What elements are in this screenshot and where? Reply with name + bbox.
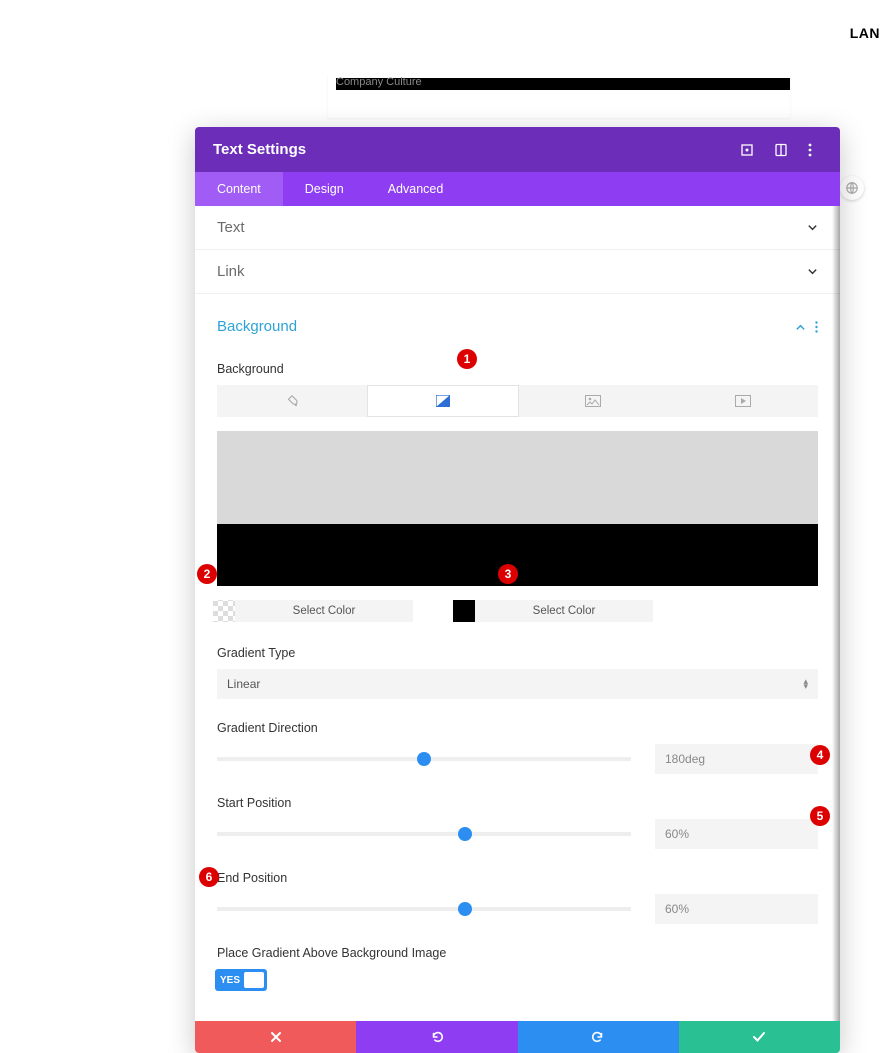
section-background[interactable]: Background: [195, 294, 840, 348]
color-swatch-2[interactable]: [453, 600, 475, 622]
background-label: Background: [217, 362, 818, 376]
bgtype-color[interactable]: [217, 385, 367, 417]
modal-title: Text Settings: [213, 141, 306, 158]
undo-button[interactable]: [356, 1021, 517, 1053]
bgtype-video[interactable]: [668, 385, 818, 417]
redo-icon: [591, 1030, 605, 1044]
section-link[interactable]: Link: [195, 250, 840, 294]
bgtype-image[interactable]: [519, 385, 669, 417]
start-position-group: Start Position 60%: [217, 796, 818, 849]
close-icon: [270, 1031, 282, 1043]
background-type-tabs: [217, 385, 818, 417]
gradient-color-2: Select Color: [453, 600, 653, 622]
tab-content[interactable]: Content: [195, 172, 283, 206]
gradient-direction-group: Gradient Direction 180deg: [217, 721, 818, 774]
color-swatch-1[interactable]: [213, 600, 235, 622]
end-position-group: End Position 60%: [217, 871, 818, 924]
annotation-badge-4: 4: [810, 745, 830, 765]
gradient-type-label: Gradient Type: [217, 646, 818, 660]
background-panel: Background Select Color: [195, 348, 840, 1021]
top-nav-label: LAN: [850, 25, 880, 41]
chevron-up-icon: [795, 322, 805, 332]
gradient-icon: [436, 395, 450, 407]
end-position-input[interactable]: 60%: [655, 894, 818, 924]
chevron-down-icon: [807, 266, 818, 277]
section-more-icon[interactable]: [815, 321, 818, 333]
gradient-color-1: Select Color: [213, 600, 413, 622]
section-background-title: Background: [217, 318, 297, 335]
save-button[interactable]: [679, 1021, 840, 1053]
gradient-direction-slider[interactable]: [217, 757, 631, 761]
gradient-above-image-label: Place Gradient Above Background Image: [217, 946, 818, 960]
select-color-2-button[interactable]: Select Color: [475, 600, 653, 622]
annotation-badge-3: 3: [498, 564, 518, 584]
modal-header: Text Settings: [195, 127, 840, 172]
responsive-icon[interactable]: [774, 143, 788, 157]
gradient-above-image-group: Place Gradient Above Background Image YE…: [217, 946, 818, 991]
text-settings-modal: Text Settings Content Design Advanced Te…: [195, 127, 840, 1053]
annotation-badge-6: 6: [199, 867, 219, 887]
cancel-button[interactable]: [195, 1021, 356, 1053]
bgtype-gradient[interactable]: [367, 385, 519, 417]
start-position-slider[interactable]: [217, 832, 631, 836]
annotation-badge-1: 1: [457, 349, 477, 369]
tab-advanced[interactable]: Advanced: [366, 172, 466, 206]
end-position-label: End Position: [217, 871, 818, 885]
background-text-label: Company Culture: [336, 76, 422, 88]
undo-icon: [430, 1030, 444, 1044]
chevron-down-icon: [807, 222, 818, 233]
section-text-title: Text: [217, 219, 245, 236]
more-icon[interactable]: [808, 143, 822, 157]
start-position-input[interactable]: 60%: [655, 819, 818, 849]
redo-button[interactable]: [518, 1021, 679, 1053]
modal-body: Text Link Background Background: [195, 206, 840, 1021]
select-arrows-icon: ▴▾: [803, 679, 808, 689]
tab-design[interactable]: Design: [283, 172, 366, 206]
floating-help-button[interactable]: [840, 176, 864, 200]
gradient-colors-row: Select Color Select Color: [213, 600, 818, 622]
toggle-knob: [244, 972, 264, 988]
paint-icon: [285, 394, 299, 408]
start-position-label: Start Position: [217, 796, 818, 810]
gradient-above-image-toggle[interactable]: YES: [215, 969, 267, 991]
image-icon: [585, 395, 601, 407]
gradient-type-value: Linear: [227, 677, 260, 691]
section-link-title: Link: [217, 263, 245, 280]
annotation-badge-5: 5: [810, 806, 830, 826]
video-icon: [735, 395, 751, 407]
globe-icon: [845, 181, 859, 195]
end-position-slider[interactable]: [217, 907, 631, 911]
gradient-type-select[interactable]: Linear ▴▾: [217, 669, 818, 699]
gradient-preview: [217, 431, 818, 586]
expand-icon[interactable]: [740, 143, 754, 157]
section-text[interactable]: Text: [195, 206, 840, 250]
toggle-label: YES: [220, 975, 240, 986]
select-color-1-button[interactable]: Select Color: [235, 600, 413, 622]
gradient-direction-input[interactable]: 180deg: [655, 744, 818, 774]
gradient-direction-label: Gradient Direction: [217, 721, 818, 735]
modal-tabs: Content Design Advanced: [195, 172, 840, 206]
modal-header-actions: [740, 143, 822, 157]
check-icon: [752, 1031, 766, 1043]
modal-footer: [195, 1021, 840, 1053]
annotation-badge-2: 2: [197, 564, 217, 584]
